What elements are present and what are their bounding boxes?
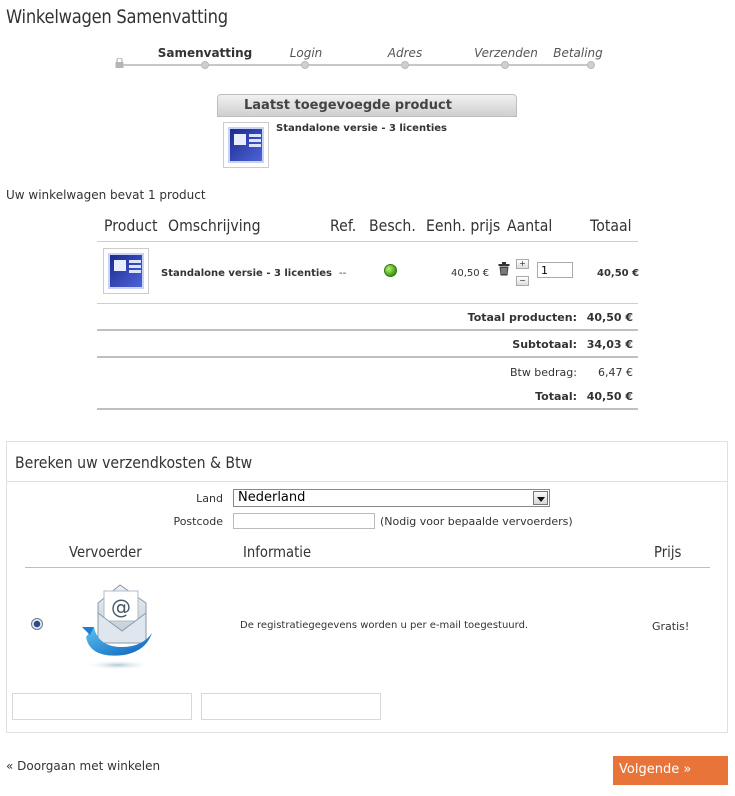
col-header-price: Prijs [654,543,682,561]
step-adres[interactable]: Adres [388,46,422,60]
col-header-carrier: Vervoerder [69,543,142,561]
quantity-decrease-button[interactable]: − [516,276,529,286]
grand-total-label: Totaal: [535,390,577,403]
carrier-price: Gratis! [652,620,690,633]
col-header-info: Informatie [243,543,312,561]
step-verzenden[interactable]: Verzenden [474,46,538,60]
postcode-label: Postcode [173,515,223,528]
step-samenvatting: Samenvatting [157,46,253,60]
shipping-title-divider [7,481,727,482]
shipping-header-divider [25,567,710,568]
row-divider [97,303,638,304]
totals-divider-2 [97,356,638,358]
cart-unit-price: 40,50 € [451,268,490,279]
step-login[interactable]: Login [290,46,323,60]
vat-value: 6,47 € [598,366,633,379]
col-header-description: Omschrijving [168,216,261,235]
lock-icon [115,58,124,68]
last-added-header: Laatst toegevoegde product [217,94,517,117]
subtotal-value: 34,03 € [586,338,633,351]
quantity-increase-button[interactable]: + [516,259,529,269]
page-title: Winkelwagen Samenvatting [6,6,228,28]
country-select[interactable]: Nederland [233,489,550,507]
col-header-unit-price: Eenh. prijs [426,216,501,235]
continue-shopping-link[interactable]: « Doorgaan met winkelen [6,759,160,773]
trash-icon[interactable] [498,262,510,276]
col-header-product: Product [104,216,158,235]
next-button[interactable]: Volgende » [613,756,728,785]
cart-count-text: Uw winkelwagen bevat 1 product [6,188,206,202]
step-dot-betaling [587,61,595,69]
postcode-input[interactable] [233,513,375,529]
shipping-extra-box-left [12,693,192,720]
step-dot-adres [401,61,409,69]
cart-product-ref: -- [339,268,347,279]
totals-divider-1 [97,329,638,331]
total-products-value: 40,50 € [586,311,633,324]
carrier-radio[interactable] [31,618,43,630]
vat-label: Btw bedrag: [509,366,577,379]
shipping-title: Bereken uw verzendkosten & Btw [15,453,253,472]
country-select-value: Nederland [238,490,306,505]
chevron-down-icon[interactable] [533,491,548,505]
svg-text:@: @ [111,595,131,619]
cart-row-total: 40,50 € [597,268,640,279]
last-added-product-name[interactable]: Standalone versie - 3 licenties [276,123,447,134]
grand-total-value: 40,50 € [586,390,633,403]
carrier-info-text: De registratiegegevens worden u per e-ma… [240,620,529,631]
country-label: Land [196,492,223,505]
total-products-label: Totaal producten: [467,311,577,324]
step-betaling[interactable]: Betaling [553,46,603,60]
steps-progress-line [118,64,592,66]
shipping-extra-box-right [201,693,381,720]
totals-divider-3 [97,408,638,410]
cart-product-name[interactable]: Standalone versie - 3 licenties [161,268,332,279]
step-dot-login [301,61,309,69]
col-header-availability: Besch. [369,216,416,235]
subtotal-label: Subtotaal: [512,338,577,351]
step-dot-verzenden [501,61,509,69]
availability-indicator [384,264,397,277]
email-envelope-icon: @ [82,584,152,670]
col-header-total: Totaal [590,216,632,235]
last-added-product-image[interactable] [223,122,269,168]
table-header-divider [97,241,638,242]
step-dot-samenvatting [201,61,209,69]
cart-product-image[interactable] [103,248,149,294]
quantity-input[interactable] [537,262,573,278]
col-header-quantity: Aantal [507,216,553,235]
col-header-ref: Ref. [330,216,357,235]
postcode-hint: (Nodig voor bepaalde vervoerders) [380,515,573,528]
